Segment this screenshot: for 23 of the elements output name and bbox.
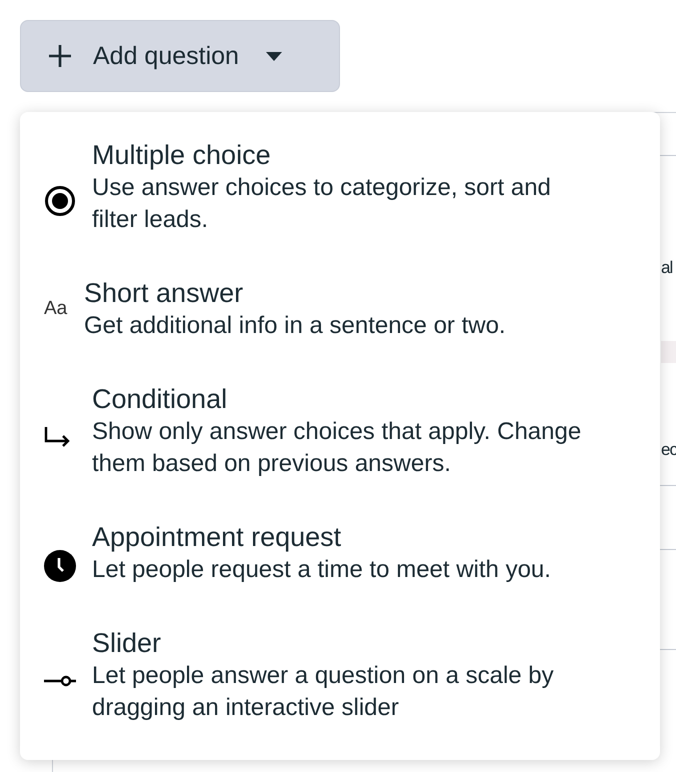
item-description: Let people answer a question on a scale by dragging an interactive slider [92,661,555,723]
plus-icon [47,43,73,69]
add-question-button[interactable]: Add question [20,20,340,92]
item-title: Appointment request [92,521,342,554]
item-description: Let people request a time to meet with you. [92,555,552,585]
caret-icon [264,50,283,62]
text-format-icon: Aa [44,298,68,320]
item-title: Short answer [84,277,244,310]
item-title: Conditional [92,383,228,416]
menu-item[interactable]: Appointment request Let people request a time to meet with you. [44,520,660,586]
menu-item[interactable]: Aa Short answer Get additional info in a sentence or two. [44,276,660,342]
item-title: Slider [92,627,162,660]
menu-item[interactable]: Conditional Show only answer choices that apply. Change them based on previous answers. [44,382,660,480]
radio-icon [44,185,76,217]
menu-item[interactable]: Slider Let people answer a question on a scale by dragging an interactive slider [44,626,660,724]
partial-text: al [661,258,672,278]
clock-icon [44,550,76,582]
menu-item[interactable]: Multiple choice Use answer choices to categorize, sort and filter leads. [44,138,660,236]
item-description: Get additional info in a sentence or two. [84,311,507,341]
slider-icon [44,674,76,688]
item-description: Show only answer choices that apply. Change them based on previous answers. [92,417,582,479]
item-title: Multiple choice [92,139,272,172]
item-description: Use answer choices to categorize, sort and filter leads. [92,173,552,235]
